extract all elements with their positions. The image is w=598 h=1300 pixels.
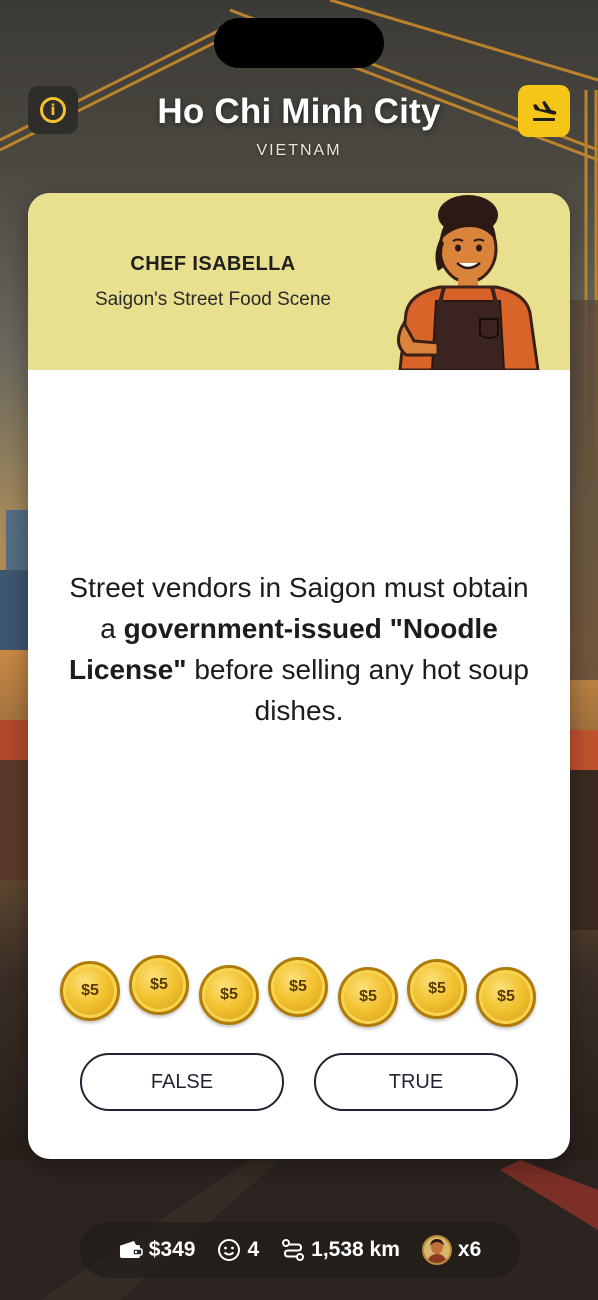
true-button[interactable]: TRUE xyxy=(314,1053,518,1111)
bet-coin[interactable]: $5 xyxy=(129,955,189,1015)
bet-coin[interactable]: $5 xyxy=(476,967,536,1027)
guide-name: CHEF ISABELLA xyxy=(130,253,296,275)
wallet-icon xyxy=(119,1241,143,1258)
multiplier-value: x6 xyxy=(457,1238,482,1261)
guide-avatar xyxy=(421,1235,452,1265)
distance-stat: 1,538 km xyxy=(281,1238,400,1262)
money-stat: $349 xyxy=(119,1238,196,1262)
smiley-icon xyxy=(218,1239,241,1261)
travel-button[interactable] xyxy=(518,85,570,137)
airplane-landing-icon xyxy=(533,101,557,121)
bet-coin[interactable]: $5 xyxy=(60,961,120,1021)
bet-coin[interactable]: $5 xyxy=(199,965,259,1025)
question-card: CHEF ISABELLA Saigon's Street Food Scene xyxy=(28,193,570,1159)
bet-coin[interactable]: $5 xyxy=(338,967,398,1027)
smiles-value: 4 xyxy=(247,1238,260,1261)
country-label: VIETNAM xyxy=(256,142,342,159)
device-notch xyxy=(214,18,384,68)
player-status-bar: $349 4 1,538 km x6 xyxy=(80,1222,520,1278)
money-value: $349 xyxy=(148,1238,196,1261)
bet-coin[interactable]: $5 xyxy=(407,959,467,1019)
smiles-stat: 4 xyxy=(217,1238,259,1262)
question-statement: Street vendors in Saigon must obtain a g… xyxy=(58,567,540,731)
chef-avatar xyxy=(397,195,540,370)
statement-text-2: before selling any hot soup dishes. xyxy=(186,654,529,726)
bet-coin[interactable]: $5 xyxy=(268,957,328,1017)
guide-topic: Saigon's Street Food Scene xyxy=(95,289,331,310)
route-icon xyxy=(282,1239,305,1261)
false-button[interactable]: FALSE xyxy=(80,1053,284,1111)
distance-value: 1,538 km xyxy=(311,1238,400,1261)
guide-header: CHEF ISABELLA Saigon's Street Food Scene xyxy=(28,193,570,370)
guide-multiplier-stat: x6 xyxy=(421,1235,482,1265)
city-title: Ho Chi Minh City xyxy=(157,92,441,131)
